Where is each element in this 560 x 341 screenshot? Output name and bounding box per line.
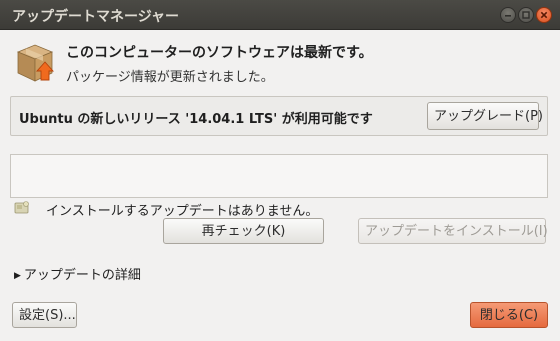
page-title: このコンピューターのソフトウェアは最新です。 xyxy=(66,45,373,61)
upgrade-button[interactable]: アップグレード(P) xyxy=(427,102,543,130)
page-subtitle: パッケージ情報が更新されました。 xyxy=(66,70,274,85)
settings-button[interactable]: 設定(S)... xyxy=(12,302,77,328)
details-expander[interactable]: ▶ アップデートの詳細 xyxy=(14,264,141,283)
details-label: アップデートの詳細 xyxy=(23,268,141,283)
triangle-right-icon: ▶ xyxy=(14,271,21,281)
titlebar[interactable]: アップデートマネージャー xyxy=(0,0,560,30)
update-manager-window: アップデートマネージャー このコンピューターのソフトウェアは最新です。 パッケー… xyxy=(0,0,560,341)
minimize-button[interactable] xyxy=(500,7,516,23)
status-text: インストールするアップデートはありません。 xyxy=(46,204,319,219)
window-title: アップデートマネージャー xyxy=(12,9,180,25)
release-text: Ubuntu の新しいリリース '14.04.1 LTS' が利用可能です xyxy=(19,112,373,127)
close-icon xyxy=(540,11,548,19)
recheck-button[interactable]: 再チェック(K) xyxy=(163,218,324,244)
close-button[interactable]: 閉じる(C) xyxy=(470,302,548,328)
maximize-button[interactable] xyxy=(518,7,534,23)
maximize-icon xyxy=(522,11,530,19)
update-status-icon xyxy=(14,201,29,214)
install-updates-button[interactable]: アップデートをインストール(I) xyxy=(358,218,548,244)
updates-list[interactable] xyxy=(10,154,548,198)
close-window-button[interactable] xyxy=(536,7,552,23)
package-box-icon xyxy=(16,44,55,82)
minimize-icon xyxy=(505,15,511,17)
